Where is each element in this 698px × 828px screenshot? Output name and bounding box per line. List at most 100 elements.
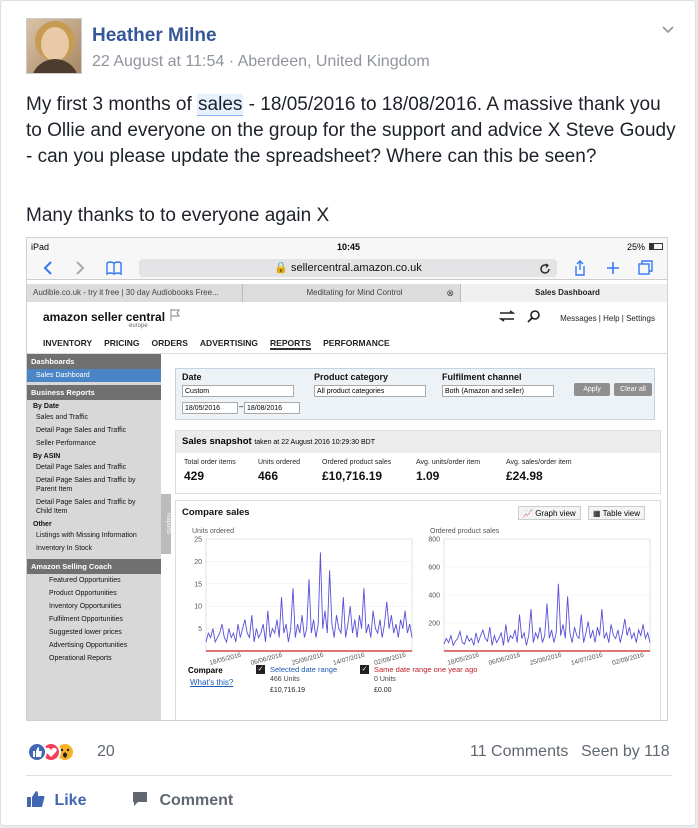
forward-arrow-icon[interactable] [73,260,87,276]
sidebar-item[interactable]: Sales and Traffic [27,411,161,424]
chart-xtick-label: 02/08/2016 [612,652,646,667]
amazon-nav: INVENTORY PRICING ORDERS ADVERTISING REPORTS… [43,338,402,350]
category-select[interactable]: All product categories [314,385,426,397]
sidebar-item[interactable]: Detail Page Sales and Traffic by Parent … [27,474,161,496]
sidebar-item[interactable]: Inventory Opportunities [27,600,161,613]
attached-screenshot[interactable]: iPad 10:45 25% 🔒 sellercentral.amazon.co… [26,237,668,721]
share-icon[interactable] [573,259,587,277]
date-to-input[interactable]: 18/08/2016 [244,402,300,414]
selected-range-checkbox[interactable]: ✓ [256,665,265,674]
date-select-value: Custom [185,388,210,395]
reaction-icons[interactable] [27,742,97,762]
compare-sales-panel: Compare sales 📈 Graph view ▦ Table view … [175,500,661,720]
swap-icon[interactable] [499,310,515,322]
status-time: 10:45 [337,242,361,252]
channel-select[interactable]: Both (Amazon and seller) [442,385,554,397]
sidebar-item[interactable]: Detail Page Sales and Traffic [27,461,161,474]
nav-inventory[interactable]: INVENTORY [43,338,92,348]
ipad-status-bar: iPad 10:45 25% [27,238,667,256]
new-tab-icon[interactable] [605,260,621,276]
sidebar-item[interactable]: Advertising Opportunities [27,639,161,652]
date-select[interactable]: Custom [182,385,294,397]
stat-label: Avg. sales/order item [506,459,572,466]
tab-sales-dashboard[interactable]: Sales Dashboard [461,284,667,302]
url-text: sellercentral.amazon.co.uk [290,262,422,274]
date-range-dash: – [239,402,244,411]
like-label: Like [54,792,87,809]
sidebar-item[interactable]: Listings with Missing Information [27,529,161,542]
chart-ytick-label: 200 [428,621,440,628]
date-from-input[interactable]: 18/05/2016 [182,402,238,414]
sidebar-item[interactable]: Inventory In Stock [27,542,161,555]
comments-count[interactable]: 11 Comments [470,743,568,761]
stat-avg-units: Avg. units/order item 1.09 [416,459,480,483]
nav-pricing[interactable]: PRICING [104,338,139,348]
like-button[interactable]: Like [26,790,86,810]
sidebar-item[interactable]: Suggested lower prices [27,626,161,639]
sidebar-item[interactable]: Fulfilment Opportunities [27,613,161,626]
last-year-sales: £0.00 [374,687,392,694]
apply-button[interactable]: Apply [574,383,610,396]
sidebar-item[interactable]: Seller Performance [27,437,161,450]
sidebar-item[interactable]: Product Opportunities [27,587,161,600]
chart-ytick-label: 10 [194,604,202,611]
whats-this-link[interactable]: What's this? [190,678,233,687]
author-avatar[interactable] [26,18,82,74]
sidebar-item[interactable]: Featured Opportunities [27,574,161,587]
bookmarks-icon[interactable] [105,260,123,276]
seen-by-count[interactable]: Seen by 118 [581,743,670,761]
nav-advertising[interactable]: ADVERTISING [200,338,258,348]
post-card: Heather Milne 22 August at 11:54 · Aberd… [0,0,696,826]
chart-xtick-label: 25/06/2016 [529,652,563,667]
post-text-before: My first 3 months of [26,94,198,115]
dashboard-main: Date Custom 18/05/2016 – 18/08/2016 Prod… [169,354,667,720]
amazon-header: amazon seller central europe Messages | … [27,302,667,354]
filter-bar: Date Custom 18/05/2016 – 18/08/2016 Prod… [175,368,655,420]
tabs-overview-icon[interactable] [637,259,655,277]
selected-range-label: Selected date range [270,665,338,674]
chart-ytick-label: 25 [194,537,202,544]
sidebar-group-by-asin: By ASIN [33,453,61,460]
stat-label: Ordered product sales [322,459,392,466]
nav-reports[interactable]: REPORTS [270,338,312,350]
sidebar-item[interactable]: Detail Page Sales and Traffic by Child I… [27,496,161,518]
flag-icon[interactable] [169,308,181,322]
snapshot-timestamp: taken at 22 August 2016 10:29:30 BDT [254,439,375,446]
post-meta: 22 August at 11:54 · Aberdeen, United Ki… [92,53,430,70]
avatar-shoulders [31,59,79,73]
author-name[interactable]: Heather Milne [92,25,217,47]
amazon-logo[interactable]: amazon seller central [43,310,165,324]
tab-label: Sales Dashboard [535,288,600,297]
address-bar[interactable]: 🔒 sellercentral.amazon.co.uk [139,259,557,277]
sidebar-item[interactable]: Operational Reports [27,652,161,665]
reaction-count[interactable]: 20 [97,743,115,761]
tab-audible[interactable]: Audible.co.uk - try it free | 30 day Aud… [27,284,243,302]
close-icon[interactable]: ⊗ [446,284,454,302]
sidebar-item-sales-dashboard[interactable]: Sales Dashboard [27,369,161,382]
search-icon[interactable] [527,309,541,323]
stat-value: 429 [184,469,205,483]
nav-orders[interactable]: ORDERS [152,338,188,348]
selected-range-units: 466 Units [270,676,300,683]
last-year-checkbox[interactable]: ✓ [360,665,369,674]
comment-button[interactable]: Comment [131,790,233,810]
sidebar-item[interactable]: Detail Page Sales and Traffic [27,424,161,437]
post-highlight[interactable]: sales [197,94,244,116]
chart-ytick-label: 800 [428,537,440,544]
reload-icon[interactable] [539,263,551,275]
channel-select-value: Both (Amazon and seller) [445,388,524,395]
back-arrow-icon[interactable] [41,260,55,276]
date-to-value: 18/08/2016 [247,405,283,412]
sidebar-group-by-date: By Date [33,403,60,410]
chevron-down-icon[interactable] [661,23,675,37]
chart-ytick-label: 5 [198,626,202,633]
nav-performance[interactable]: PERFORMANCE [323,338,390,348]
stat-value: £24.98 [506,469,543,483]
clear-all-button[interactable]: Clear all [614,383,652,396]
category-label: Product category [314,372,389,382]
chart-xtick-label: 06/06/2016 [488,652,522,667]
chart-ytick-label: 600 [428,565,440,572]
header-links[interactable]: Messages | Help | Settings [560,314,655,323]
tab-label: Meditating for Mind Control [306,288,403,297]
tab-meditating[interactable]: Meditating for Mind Control ⊗ [243,284,461,302]
